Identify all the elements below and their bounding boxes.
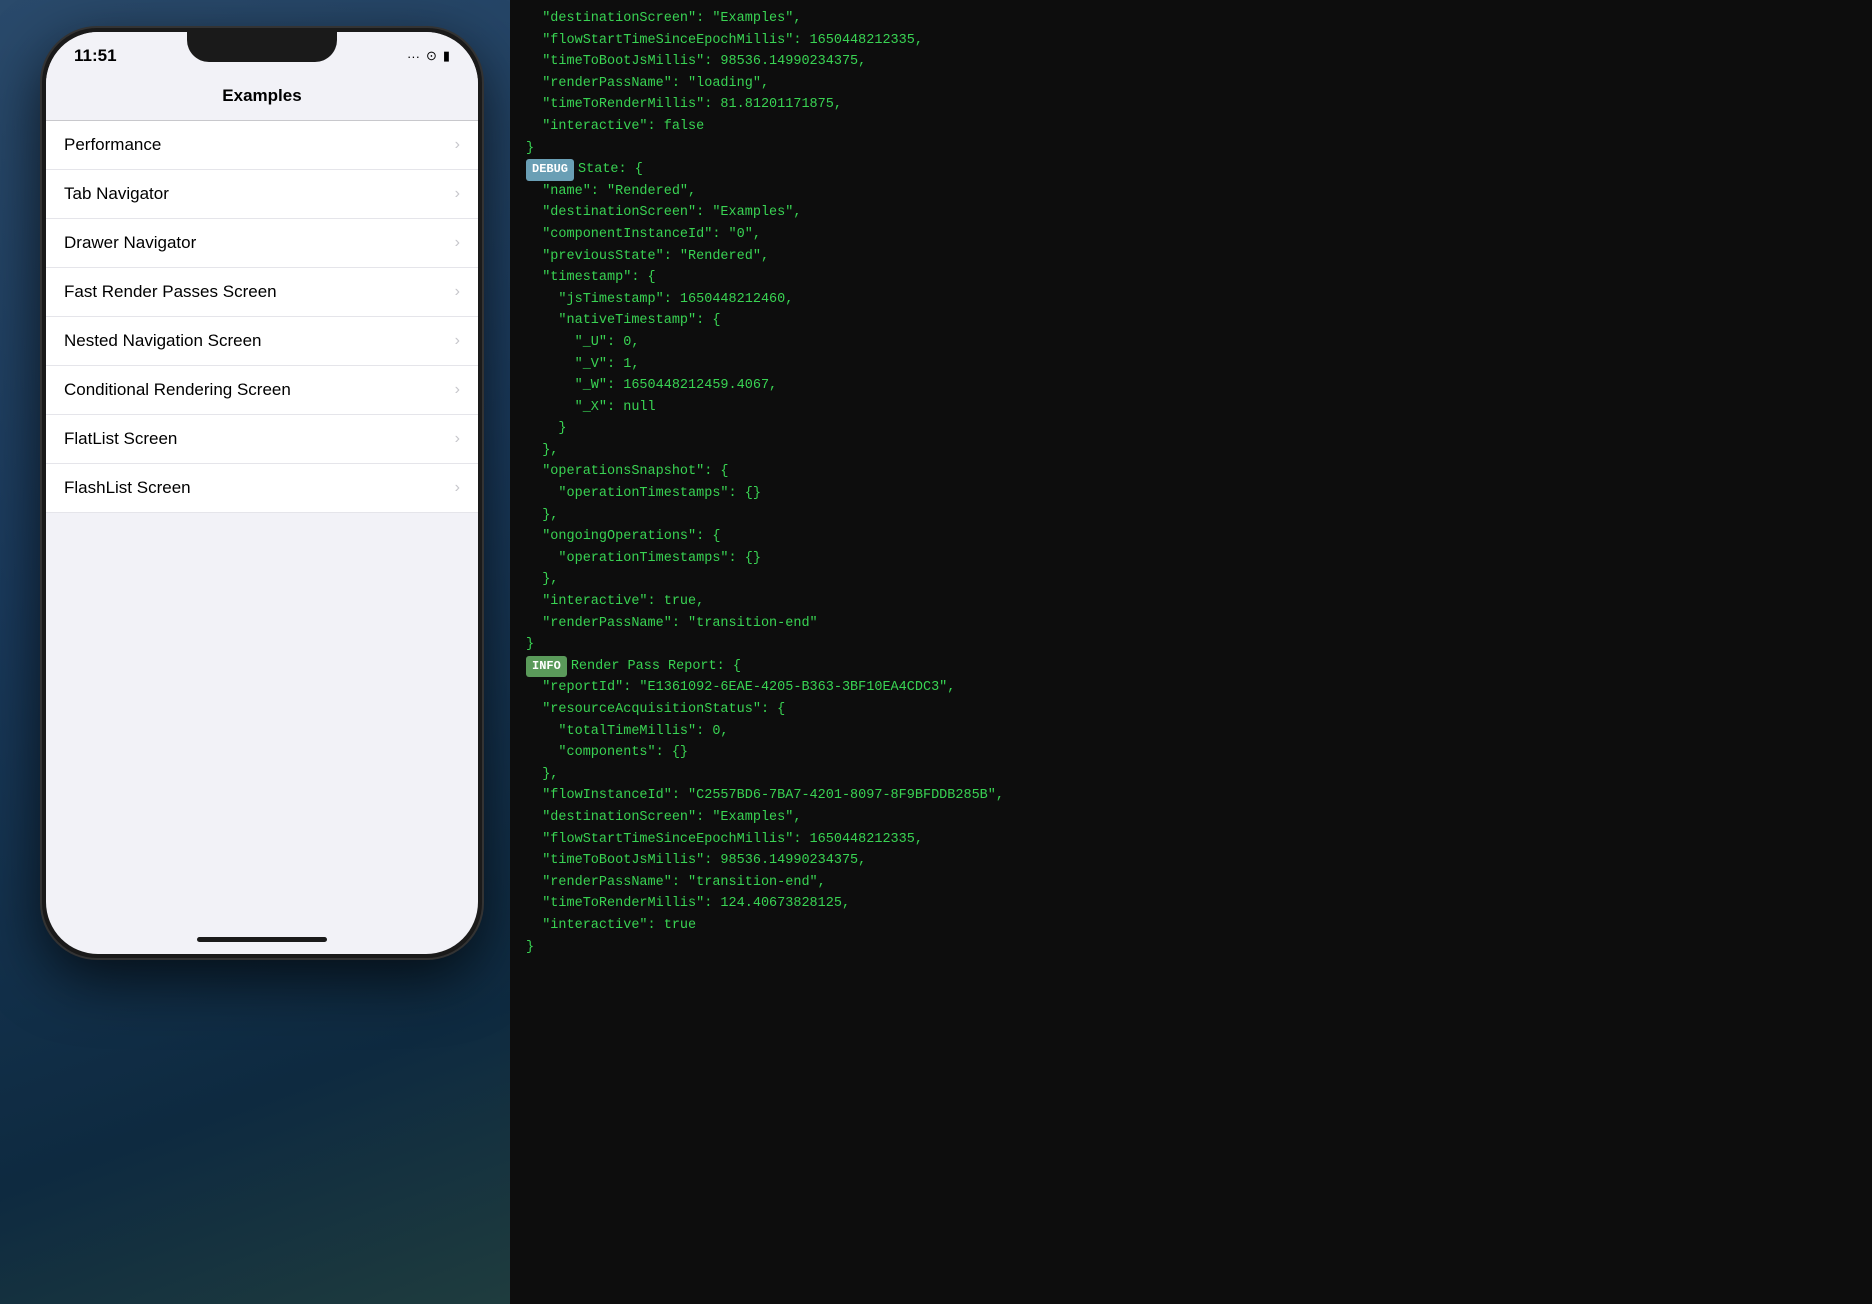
debug-code-line: "_V": 1, (526, 354, 1856, 376)
debug-code-line: "destinationScreen": "Examples", (526, 202, 1856, 224)
debug-code-line: }, (526, 764, 1856, 786)
menu-list: Performance › Tab Navigator › Drawer Nav… (46, 121, 478, 513)
wifi-icon: ⊙ (426, 48, 437, 64)
debug-code-line: "renderPassName": "loading", (526, 73, 1856, 95)
menu-item-conditional-rendering[interactable]: Conditional Rendering Screen › (46, 366, 478, 415)
debug-code-line: "timestamp": { (526, 267, 1856, 289)
battery-icon: ▮ (443, 48, 450, 64)
info-badge: INFO (526, 656, 567, 677)
debug-code-line: "flowStartTimeSinceEpochMillis": 1650448… (526, 30, 1856, 52)
debug-code-line: }, (526, 505, 1856, 527)
debug-code-line: "flowInstanceId": "C2557BD6-7BA7-4201-80… (526, 785, 1856, 807)
debug-code-line: "renderPassName": "transition-end" (526, 613, 1856, 635)
debug-code-line: } (526, 937, 1856, 959)
debug-code-line: "reportId": "E1361092-6EAE-4205-B363-3BF… (526, 677, 1856, 699)
menu-item-performance[interactable]: Performance › (46, 121, 478, 170)
phone-notch (187, 32, 337, 62)
debug-code-line: "timeToBootJsMillis": 98536.14990234375, (526, 51, 1856, 73)
menu-footer (46, 513, 478, 693)
chevron-icon-nested-navigation: › (455, 332, 460, 350)
menu-item-tab-navigator[interactable]: Tab Navigator › (46, 170, 478, 219)
debug-code-line: "timeToRenderMillis": 81.81201171875, (526, 94, 1856, 116)
debug-badge-line-info: INFO Render Pass Report: { (526, 656, 1856, 678)
signal-icon: ··· (407, 49, 420, 64)
chevron-icon-fast-render: › (455, 283, 460, 301)
debug-code-line: }, (526, 440, 1856, 462)
debug-code-line: } (526, 138, 1856, 160)
menu-item-nested-navigation[interactable]: Nested Navigation Screen › (46, 317, 478, 366)
menu-item-label-drawer-navigator: Drawer Navigator (64, 233, 196, 253)
debug-code-line: }, (526, 569, 1856, 591)
phone-screen: 11:51 ··· ⊙ ▮ Examples Performance › Tab… (46, 32, 478, 954)
debug-console: "destinationScreen": "Examples", "flowSt… (510, 0, 1872, 1304)
chevron-icon-performance: › (455, 136, 460, 154)
debug-badge-line-debug: DEBUG State: { (526, 159, 1856, 181)
menu-item-label-flashlist: FlashList Screen (64, 478, 191, 498)
chevron-icon-drawer-navigator: › (455, 234, 460, 252)
menu-item-flashlist[interactable]: FlashList Screen › (46, 464, 478, 513)
debug-code-line: "_U": 0, (526, 332, 1856, 354)
chevron-icon-tab-navigator: › (455, 185, 460, 203)
debug-code-line: "operationsSnapshot": { (526, 461, 1856, 483)
debug-code-line: "componentInstanceId": "0", (526, 224, 1856, 246)
debug-code-line: "flowStartTimeSinceEpochMillis": 1650448… (526, 829, 1856, 851)
badge-line-text: State: { (578, 159, 643, 181)
nav-header: Examples (46, 74, 478, 121)
debug-code-line: "name": "Rendered", (526, 181, 1856, 203)
debug-badge: DEBUG (526, 159, 574, 180)
debug-code-line: "timeToBootJsMillis": 98536.14990234375, (526, 850, 1856, 872)
debug-code-line: } (526, 418, 1856, 440)
debug-code-line: "_X": null (526, 397, 1856, 419)
debug-code-line: "nativeTimestamp": { (526, 310, 1856, 332)
debug-code-line: "interactive": true (526, 915, 1856, 937)
debug-code-line: "jsTimestamp": 1650448212460, (526, 289, 1856, 311)
debug-code-line: "interactive": true, (526, 591, 1856, 613)
debug-code-line: "_W": 1650448212459.4067, (526, 375, 1856, 397)
chevron-icon-flatlist: › (455, 430, 460, 448)
menu-item-drawer-navigator[interactable]: Drawer Navigator › (46, 219, 478, 268)
debug-code-line: "ongoingOperations": { (526, 526, 1856, 548)
chevron-icon-flashlist: › (455, 479, 460, 497)
debug-code-line: "interactive": false (526, 116, 1856, 138)
debug-code-line: "totalTimeMillis": 0, (526, 721, 1856, 743)
menu-item-flatlist[interactable]: FlatList Screen › (46, 415, 478, 464)
menu-item-fast-render[interactable]: Fast Render Passes Screen › (46, 268, 478, 317)
debug-code-line: "timeToRenderMillis": 124.40673828125, (526, 893, 1856, 915)
menu-item-label-conditional-rendering: Conditional Rendering Screen (64, 380, 291, 400)
status-time: 11:51 (74, 46, 117, 66)
debug-code-line: "destinationScreen": "Examples", (526, 8, 1856, 30)
menu-item-label-performance: Performance (64, 135, 161, 155)
menu-item-label-flatlist: FlatList Screen (64, 429, 177, 449)
status-icons: ··· ⊙ ▮ (407, 48, 450, 64)
menu-item-label-nested-navigation: Nested Navigation Screen (64, 331, 262, 351)
debug-code-line: "operationTimestamps": {} (526, 548, 1856, 570)
chevron-icon-conditional-rendering: › (455, 381, 460, 399)
debug-code-line: } (526, 634, 1856, 656)
badge-line-text: Render Pass Report: { (571, 656, 741, 678)
phone-frame: 11:51 ··· ⊙ ▮ Examples Performance › Tab… (42, 28, 482, 958)
debug-code-line: "renderPassName": "transition-end", (526, 872, 1856, 894)
debug-code-line: "destinationScreen": "Examples", (526, 807, 1856, 829)
home-indicator (197, 937, 327, 942)
debug-code-line: "components": {} (526, 742, 1856, 764)
nav-title: Examples (222, 86, 301, 105)
menu-item-label-tab-navigator: Tab Navigator (64, 184, 169, 204)
menu-item-label-fast-render: Fast Render Passes Screen (64, 282, 277, 302)
debug-code-line: "resourceAcquisitionStatus": { (526, 699, 1856, 721)
debug-code-line: "operationTimestamps": {} (526, 483, 1856, 505)
debug-code-line: "previousState": "Rendered", (526, 246, 1856, 268)
